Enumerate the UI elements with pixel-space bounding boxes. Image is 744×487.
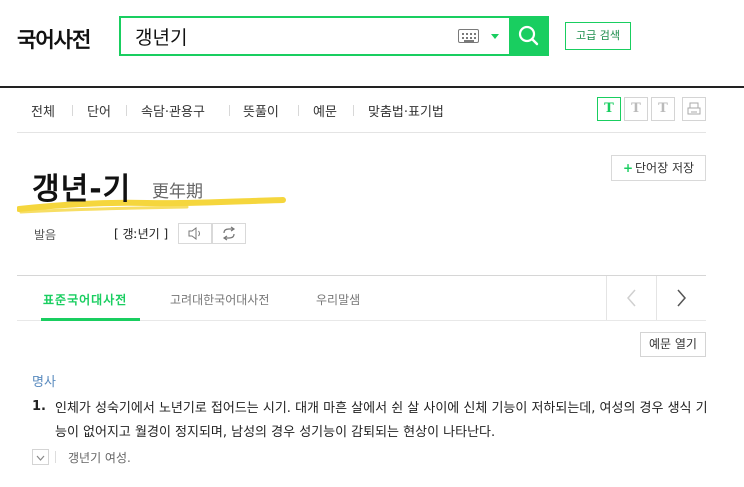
part-of-speech: 명사 <box>32 375 56 390</box>
category-spelling[interactable]: 맞춤법·표기법 <box>368 101 444 120</box>
search-input[interactable] <box>135 22 435 50</box>
speaker-icon <box>188 227 200 240</box>
chevron-left-icon <box>627 289 636 307</box>
font-size-medium-button[interactable]: T <box>624 97 648 121</box>
entry-title: 갱년-기 <box>32 172 132 207</box>
repeat-audio-button[interactable] <box>212 223 246 244</box>
category-examples[interactable]: 예문 <box>313 101 337 120</box>
category-all[interactable]: 전체 <box>31 101 55 120</box>
category-meaning[interactable]: 뜻풀이 <box>243 101 279 120</box>
save-to-wordbook-button[interactable]: + 단어장 저장 <box>611 155 706 181</box>
category-nav: 전체 단어 속담·관용구 뜻풀이 예문 맞춤법·표기법 T T T <box>17 88 706 133</box>
divider <box>298 105 299 116</box>
prev-tab-button[interactable] <box>606 276 656 320</box>
pronunciation-value: [ 갱ː년기 ] <box>114 227 169 241</box>
keyboard-icon[interactable] <box>458 29 479 43</box>
divider <box>353 105 354 116</box>
font-size-large-button[interactable]: T <box>651 97 675 121</box>
print-icon <box>687 102 701 115</box>
chevron-right-icon <box>677 289 686 307</box>
category-word[interactable]: 단어 <box>87 101 111 120</box>
definition-number: 1. <box>32 399 46 414</box>
example-sentence: 갱년기 여성. <box>68 451 131 465</box>
entry-hanja: 更年期 <box>152 182 203 202</box>
search-button[interactable] <box>509 16 549 56</box>
divider <box>55 451 56 463</box>
tab-korea-univ-dictionary[interactable]: 고려대한국어대사전 <box>170 291 269 308</box>
dictionary-brand[interactable]: 국어사전 <box>17 24 91 54</box>
divider <box>126 105 127 116</box>
active-tab-indicator <box>41 318 140 321</box>
repeat-icon <box>222 226 236 241</box>
search-box <box>119 16 549 56</box>
chevron-down-icon <box>36 455 45 461</box>
definition-text: 인체가 성숙기에서 노년기로 접어드는 시기. 대개 마흔 살에서 쉰 살 사이… <box>55 401 708 440</box>
open-examples-button[interactable]: 예문 열기 <box>640 332 706 357</box>
pronunciation-label: 발음 <box>34 228 57 242</box>
advanced-search-button[interactable]: 고급 검색 <box>565 22 631 50</box>
tab-standard-dictionary[interactable]: 표준국어대사전 <box>43 291 127 308</box>
save-label: 단어장 저장 <box>635 161 695 175</box>
search-icon <box>518 25 539 46</box>
category-idiom[interactable]: 속담·관용구 <box>141 101 205 120</box>
play-audio-button[interactable] <box>178 223 212 244</box>
expand-example-button[interactable] <box>32 449 49 465</box>
font-size-small-button[interactable]: T <box>597 97 621 121</box>
dictionary-tabs: 표준국어대사전 고려대한국어대사전 우리말샘 <box>17 275 706 321</box>
print-button[interactable] <box>682 97 706 121</box>
plus-icon: + <box>622 161 634 175</box>
chevron-down-icon[interactable] <box>491 34 499 39</box>
divider <box>72 105 73 116</box>
divider <box>229 105 230 116</box>
next-tab-button[interactable] <box>656 276 706 320</box>
tab-urimalsaem[interactable]: 우리말샘 <box>316 291 360 308</box>
